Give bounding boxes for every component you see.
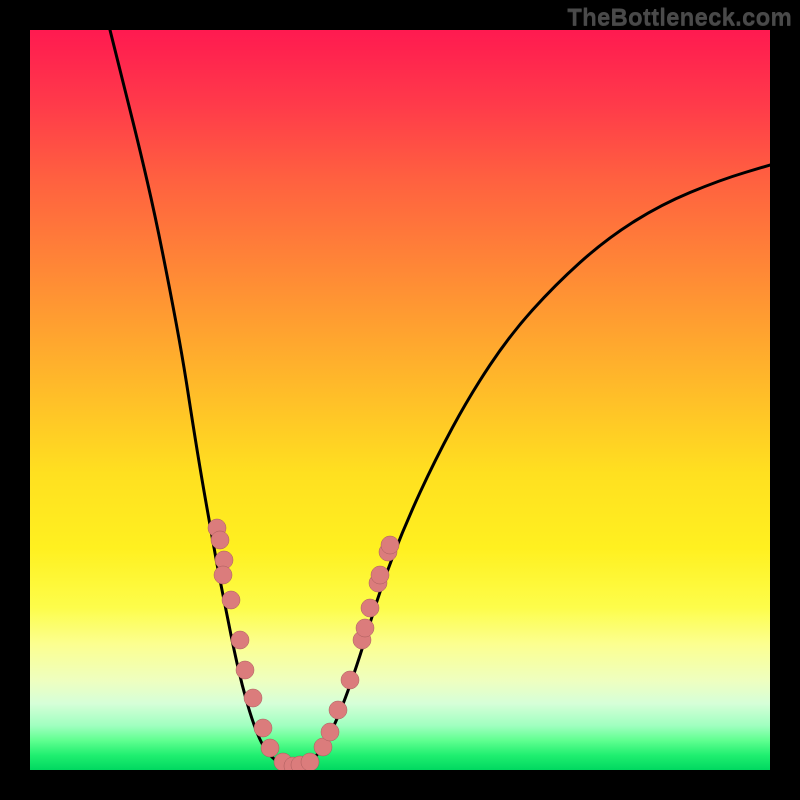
watermark-text: TheBottleneck.com — [567, 4, 792, 32]
gradient-plot-area — [30, 30, 770, 770]
